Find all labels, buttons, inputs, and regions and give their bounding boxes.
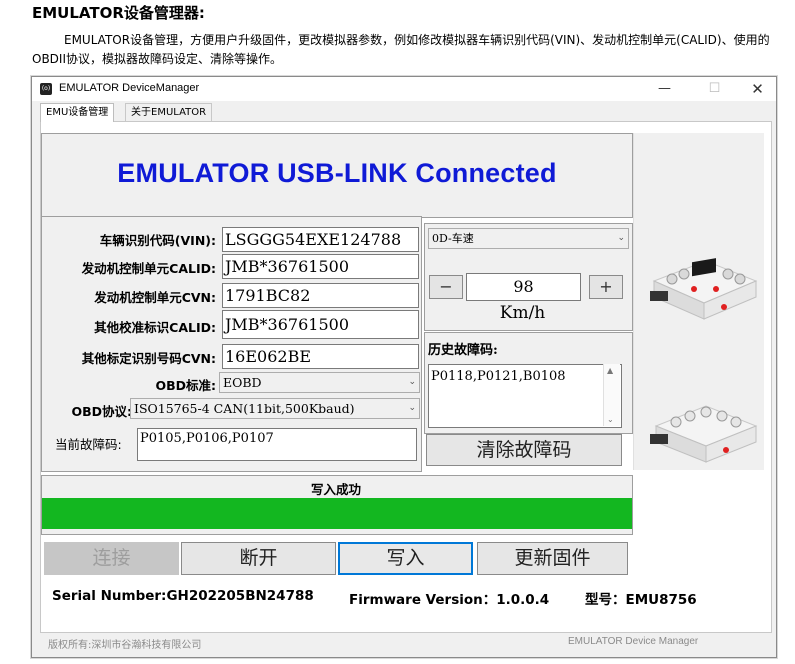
device-illustration	[650, 258, 758, 463]
tab-about[interactable]: 关于EMULATOR	[125, 103, 213, 121]
speed-value-field[interactable]: 98	[466, 273, 581, 301]
obd-standard-select[interactable]: EOBD ⌄	[219, 372, 420, 393]
other-cvn-label: 其他标定识别号码CVN:	[81, 351, 216, 366]
history-dtc-label: 历史故障码:	[428, 343, 498, 358]
device-image-top	[650, 258, 758, 320]
window-title: EMULATOR DeviceManager	[59, 82, 200, 94]
obd-standard-value: EOBD	[223, 375, 262, 390]
other-calid-label: 其他校准标识CALID:	[94, 320, 216, 335]
device-image-panel	[633, 133, 764, 470]
footer-app-name: EMULATOR Device Manager	[568, 636, 699, 647]
scroll-down-icon: ⌄	[607, 415, 614, 424]
cvn-label: 发动机控制单元CVN:	[94, 290, 216, 305]
status-message: 写入成功	[310, 482, 361, 497]
history-scrollbar[interactable]: ▲ ⌄	[603, 364, 620, 426]
maximize-button[interactable]: ☐	[692, 77, 737, 101]
app-icon: (o)	[40, 83, 52, 95]
speed-unit: Km/h	[499, 303, 546, 323]
disconnect-button[interactable]: 断开	[181, 542, 336, 575]
update-firmware-button[interactable]: 更新固件	[477, 542, 628, 575]
serial-number: Serial Number:GH202205BN24788	[52, 588, 314, 604]
current-dtc-field[interactable]: P0105,P0106,P0107	[137, 428, 417, 461]
pid-value: 0D-车速	[432, 232, 474, 245]
connection-status-title: EMULATOR USB-LINK Connected	[117, 158, 557, 188]
pid-select[interactable]: 0D-车速 ⌄	[428, 228, 629, 249]
chevron-down-icon: ⌄	[408, 377, 416, 387]
decrement-button[interactable]: −	[429, 275, 463, 299]
write-button[interactable]: 写入	[338, 542, 473, 575]
tab-device-manager[interactable]: EMU设备管理	[40, 103, 115, 122]
title-bar[interactable]: (o) EMULATOR DeviceManager — ☐ ✕	[32, 77, 776, 101]
connect-button[interactable]: 连接	[44, 542, 179, 575]
calid-field[interactable]: JMB*36761500	[222, 254, 419, 279]
scroll-up-icon: ▲	[607, 366, 614, 375]
copyright-text: 版权所有:深圳市谷瀚科技有限公司	[48, 640, 202, 651]
increment-button[interactable]: +	[589, 275, 623, 299]
device-image-bottom	[650, 405, 758, 463]
connection-banner: EMULATOR USB-LINK Connected	[41, 133, 633, 218]
minimize-button[interactable]: —	[642, 77, 687, 101]
obd-standard-label: OBD标准:	[155, 378, 216, 393]
calid-label: 发动机控制单元CALID:	[81, 261, 216, 276]
obd-protocol-label: OBD协议:	[71, 404, 132, 419]
obd-protocol-value: ISO15765-4 CAN(11bit,500Kbaud)	[134, 401, 355, 416]
device-model: 型号：EMU8756	[585, 592, 697, 608]
other-calid-field[interactable]: JMB*36761500	[222, 310, 419, 339]
current-dtc-label: 当前故障码:	[55, 437, 122, 452]
clear-dtc-button[interactable]: 清除故障码	[426, 434, 622, 466]
vin-field[interactable]: LSGGG54EXE124788	[222, 227, 419, 252]
chevron-down-icon: ⌄	[408, 403, 416, 413]
doc-title: EMULATOR设备管理器:	[32, 4, 205, 22]
cvn-field[interactable]: 1791BC82	[222, 283, 419, 308]
progress-bar	[42, 498, 632, 529]
close-button[interactable]: ✕	[735, 77, 780, 101]
firmware-version: Firmware Version：1.0.0.4	[349, 592, 550, 608]
vin-label: 车辆识别代码(VIN):	[99, 233, 216, 248]
history-dtc-field[interactable]: P0118,P0121,B0108	[428, 364, 622, 428]
other-cvn-field[interactable]: 16E062BE	[222, 344, 419, 369]
doc-description: EMULATOR设备管理，方便用户升级固件，更改模拟器参数，例如修改模拟器车辆识…	[32, 33, 770, 66]
app-window: (o) EMULATOR DeviceManager — ☐ ✕ EMU设备管理…	[31, 76, 777, 658]
chevron-down-icon: ⌄	[617, 233, 625, 243]
obd-protocol-select[interactable]: ISO15765-4 CAN(11bit,500Kbaud) ⌄	[130, 398, 420, 419]
